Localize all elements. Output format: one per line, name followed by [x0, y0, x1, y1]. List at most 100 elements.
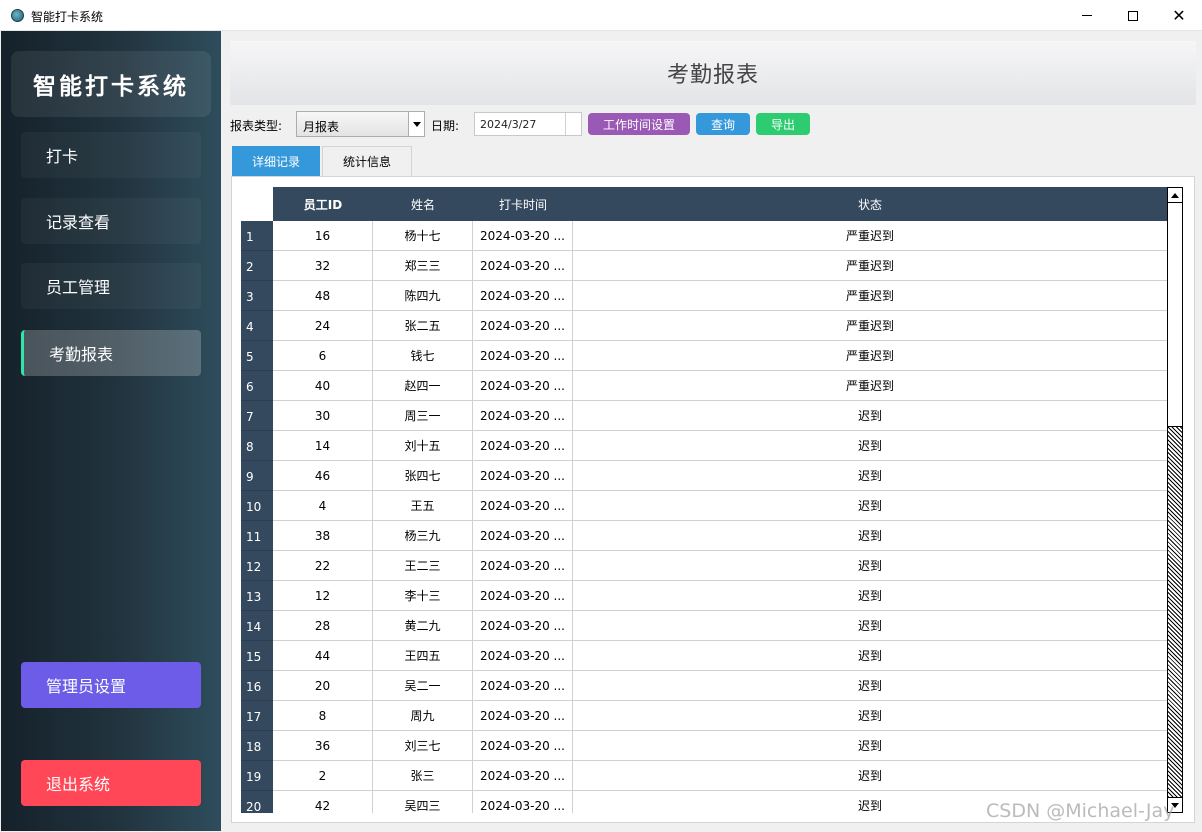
cell-status[interactable]: 迟到	[573, 521, 1167, 551]
table-row[interactable]: 18 36 刘三七 2024-03-20 ... 迟到	[241, 731, 1167, 761]
tab-statistics[interactable]: 统计信息	[322, 146, 412, 176]
cell-clock-time[interactable]: 2024-03-20 ...	[473, 731, 573, 761]
table-row[interactable]: 12 22 王二三 2024-03-20 ... 迟到	[241, 551, 1167, 581]
cell-employee-id[interactable]: 44	[273, 641, 373, 671]
table-row[interactable]: 4 24 张二五 2024-03-20 ... 严重迟到	[241, 311, 1167, 341]
minimize-button[interactable]	[1064, 0, 1110, 31]
cell-status[interactable]: 严重迟到	[573, 251, 1167, 281]
cell-employee-id[interactable]: 22	[273, 551, 373, 581]
cell-clock-time[interactable]: 2024-03-20 ...	[473, 461, 573, 491]
table-row[interactable]: 11 38 杨三九 2024-03-20 ... 迟到	[241, 521, 1167, 551]
cell-employee-id[interactable]: 2	[273, 761, 373, 791]
cell-name[interactable]: 李十三	[373, 581, 473, 611]
sidebar-item-attendance-report[interactable]: 考勤报表	[21, 330, 201, 376]
column-header-id[interactable]: 员工ID	[273, 187, 373, 221]
cell-employee-id[interactable]: 28	[273, 611, 373, 641]
cell-employee-id[interactable]: 24	[273, 311, 373, 341]
maximize-button[interactable]	[1110, 0, 1156, 31]
column-header-time[interactable]: 打卡时间	[473, 187, 573, 221]
cell-name[interactable]: 杨十七	[373, 221, 473, 251]
exit-system-button[interactable]: 退出系统	[21, 760, 201, 806]
table-row[interactable]: 19 2 张三 2024-03-20 ... 迟到	[241, 761, 1167, 791]
cell-status[interactable]: 迟到	[573, 491, 1167, 521]
cell-status[interactable]: 迟到	[573, 581, 1167, 611]
cell-clock-time[interactable]: 2024-03-20 ...	[473, 311, 573, 341]
cell-status[interactable]: 迟到	[573, 431, 1167, 461]
cell-clock-time[interactable]: 2024-03-20 ...	[473, 401, 573, 431]
cell-name[interactable]: 黄二九	[373, 611, 473, 641]
cell-status[interactable]: 严重迟到	[573, 281, 1167, 311]
report-type-select[interactable]: 月报表	[296, 111, 425, 137]
date-input[interactable]: 2024/3/27	[474, 112, 582, 136]
table-row[interactable]: 10 4 王五 2024-03-20 ... 迟到	[241, 491, 1167, 521]
cell-employee-id[interactable]: 6	[273, 341, 373, 371]
cell-employee-id[interactable]: 20	[273, 671, 373, 701]
cell-name[interactable]: 周三一	[373, 401, 473, 431]
cell-status[interactable]: 迟到	[573, 401, 1167, 431]
scrollbar-track[interactable]	[1168, 427, 1182, 797]
table-row[interactable]: 17 8 周九 2024-03-20 ... 迟到	[241, 701, 1167, 731]
cell-name[interactable]: 刘三七	[373, 731, 473, 761]
cell-status[interactable]: 迟到	[573, 761, 1167, 791]
cell-employee-id[interactable]: 30	[273, 401, 373, 431]
cell-name[interactable]: 张二五	[373, 311, 473, 341]
chevron-down-icon[interactable]	[408, 112, 424, 136]
cell-name[interactable]: 杨三九	[373, 521, 473, 551]
cell-name[interactable]: 周九	[373, 701, 473, 731]
scroll-up-icon[interactable]	[1168, 188, 1182, 203]
cell-employee-id[interactable]: 8	[273, 701, 373, 731]
cell-clock-time[interactable]: 2024-03-20 ...	[473, 281, 573, 311]
cell-status[interactable]: 严重迟到	[573, 221, 1167, 251]
cell-employee-id[interactable]: 16	[273, 221, 373, 251]
cell-clock-time[interactable]: 2024-03-20 ...	[473, 521, 573, 551]
cell-clock-time[interactable]: 2024-03-20 ...	[473, 641, 573, 671]
table-row[interactable]: 7 30 周三一 2024-03-20 ... 迟到	[241, 401, 1167, 431]
cell-clock-time[interactable]: 2024-03-20 ...	[473, 251, 573, 281]
sidebar-item-records[interactable]: 记录查看	[21, 198, 201, 244]
query-button[interactable]: 查询	[696, 113, 750, 135]
cell-employee-id[interactable]: 4	[273, 491, 373, 521]
cell-name[interactable]: 刘十五	[373, 431, 473, 461]
cell-name[interactable]: 吴四三	[373, 791, 473, 813]
cell-status[interactable]: 迟到	[573, 731, 1167, 761]
cell-name[interactable]: 吴二一	[373, 671, 473, 701]
cell-clock-time[interactable]: 2024-03-20 ...	[473, 341, 573, 371]
cell-status[interactable]: 严重迟到	[573, 341, 1167, 371]
cell-clock-time[interactable]: 2024-03-20 ...	[473, 791, 573, 813]
table-scrollbar[interactable]	[1167, 187, 1183, 813]
cell-employee-id[interactable]: 38	[273, 521, 373, 551]
cell-employee-id[interactable]: 32	[273, 251, 373, 281]
cell-name[interactable]: 王二三	[373, 551, 473, 581]
sidebar-item-employees[interactable]: 员工管理	[21, 263, 201, 309]
column-header-status[interactable]: 状态	[573, 187, 1167, 221]
table-row[interactable]: 1 16 杨十七 2024-03-20 ... 严重迟到	[241, 221, 1167, 251]
cell-employee-id[interactable]: 14	[273, 431, 373, 461]
cell-status[interactable]: 迟到	[573, 701, 1167, 731]
cell-status[interactable]: 严重迟到	[573, 371, 1167, 401]
table-row[interactable]: 13 12 李十三 2024-03-20 ... 迟到	[241, 581, 1167, 611]
cell-clock-time[interactable]: 2024-03-20 ...	[473, 671, 573, 701]
table-row[interactable]: 5 6 钱七 2024-03-20 ... 严重迟到	[241, 341, 1167, 371]
table-row[interactable]: 6 40 赵四一 2024-03-20 ... 严重迟到	[241, 371, 1167, 401]
table-row[interactable]: 15 44 王四五 2024-03-20 ... 迟到	[241, 641, 1167, 671]
cell-employee-id[interactable]: 42	[273, 791, 373, 813]
cell-status[interactable]: 迟到	[573, 611, 1167, 641]
cell-clock-time[interactable]: 2024-03-20 ...	[473, 371, 573, 401]
date-spin-button[interactable]	[565, 113, 581, 135]
cell-clock-time[interactable]: 2024-03-20 ...	[473, 701, 573, 731]
table-row[interactable]: 2 32 郑三三 2024-03-20 ... 严重迟到	[241, 251, 1167, 281]
cell-status[interactable]: 迟到	[573, 461, 1167, 491]
cell-employee-id[interactable]: 12	[273, 581, 373, 611]
cell-employee-id[interactable]: 40	[273, 371, 373, 401]
cell-employee-id[interactable]: 46	[273, 461, 373, 491]
cell-name[interactable]: 赵四一	[373, 371, 473, 401]
cell-name[interactable]: 王五	[373, 491, 473, 521]
cell-clock-time[interactable]: 2024-03-20 ...	[473, 761, 573, 791]
cell-name[interactable]: 钱七	[373, 341, 473, 371]
cell-clock-time[interactable]: 2024-03-20 ...	[473, 551, 573, 581]
close-button[interactable]: ✕	[1156, 0, 1202, 31]
cell-clock-time[interactable]: 2024-03-20 ...	[473, 431, 573, 461]
cell-name[interactable]: 陈四九	[373, 281, 473, 311]
scrollbar-thumb[interactable]	[1168, 203, 1182, 427]
cell-clock-time[interactable]: 2024-03-20 ...	[473, 611, 573, 641]
